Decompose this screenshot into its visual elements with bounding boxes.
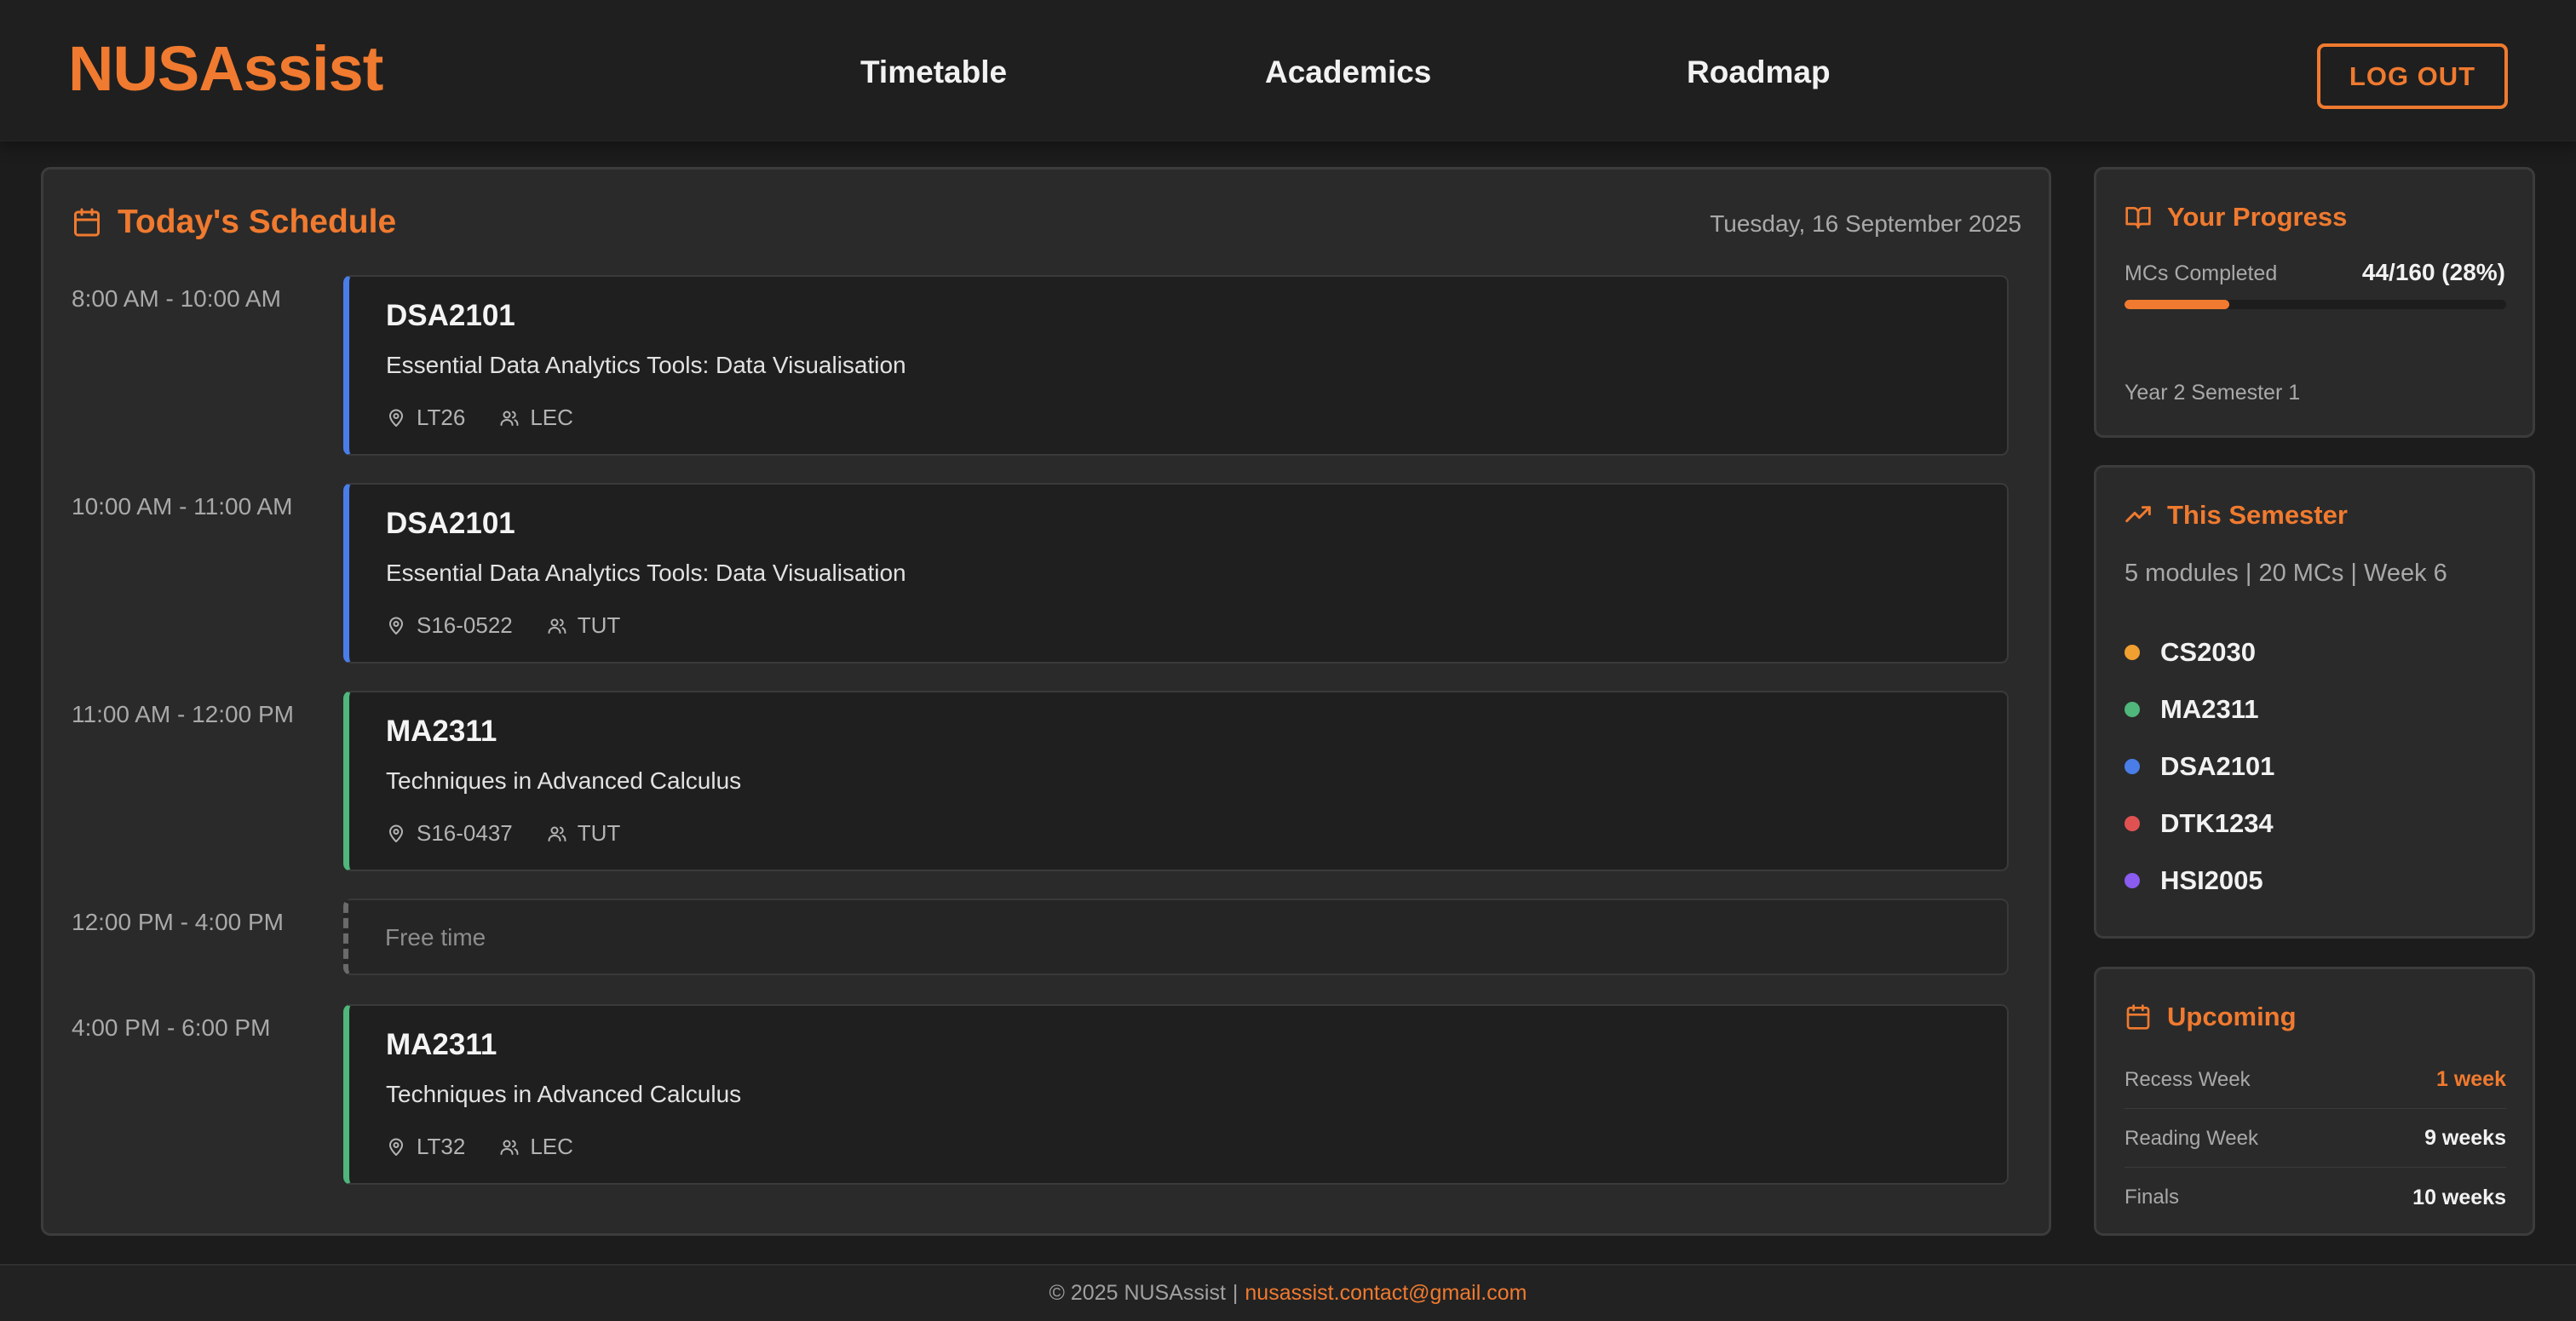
upcoming-value: 10 weeks (2412, 1185, 2506, 1209)
upcoming-panel: Upcoming Recess Week 1 week Reading Week… (2094, 967, 2535, 1236)
class-venue: LT32 (417, 1134, 466, 1159)
location-pin-icon (389, 824, 403, 842)
upcoming-header: Upcoming (2125, 1002, 2297, 1032)
mc-progress-fill (2125, 300, 2230, 309)
class-card[interactable]: DSA2101 Essential Data Analytics Tools: … (343, 483, 2009, 663)
module-item[interactable]: HSI2005 (2125, 852, 2274, 909)
class-type: LEC (530, 1134, 573, 1159)
semester-title: This Semester (2167, 500, 2348, 530)
upcoming-value: 1 week (2435, 1067, 2506, 1091)
module-code: HSI2005 (2160, 864, 2263, 895)
users-icon (548, 618, 566, 634)
module-code: DSA2101 (2160, 750, 2275, 781)
trending-up-icon (2125, 506, 2151, 523)
nav-timetable[interactable]: Timetable (860, 55, 1007, 90)
upcoming-label: Reading Week (2125, 1126, 2258, 1150)
mc-completed-label: MCs Completed (2125, 261, 2278, 285)
year-semester-label: Year 2 Semester 1 (2125, 381, 2301, 405)
class-card[interactable]: MA2311 Techniques in Advanced Calculus S… (343, 691, 2009, 871)
app-logo[interactable]: NUSAssist (68, 32, 383, 105)
module-name: Techniques in Advanced Calculus (386, 767, 742, 794)
module-color-dot (2125, 644, 2140, 660)
upcoming-row: Reading Week 9 weeks (2125, 1110, 2506, 1168)
upcoming-value: 9 weeks (2424, 1126, 2506, 1150)
class-card[interactable]: DSA2101 Essential Data Analytics Tools: … (343, 275, 2009, 456)
contact-email-link[interactable]: nusassist.contact@gmail.com (1245, 1281, 1527, 1306)
module-item[interactable]: MA2311 (2125, 681, 2274, 738)
class-type: TUT (577, 612, 621, 638)
nav-academics[interactable]: Academics (1265, 55, 1431, 90)
module-code: DSA2101 (386, 299, 515, 332)
class-meta: S16-0437 TUT (386, 820, 620, 847)
class-card[interactable]: MA2311 Techniques in Advanced Calculus L… (343, 1004, 2009, 1185)
footer-copyright: © 2025 NUSAssist (1049, 1281, 1226, 1305)
location-pin-icon (389, 1138, 403, 1156)
module-code: MA2311 (386, 1028, 497, 1061)
upcoming-row: Finals 10 weeks (2125, 1169, 2506, 1226)
class-venue: S16-0522 (417, 612, 513, 638)
module-code: DTK1234 (2160, 807, 2274, 838)
class-meta: S16-0522 TUT (386, 612, 620, 639)
mc-progress-bar (2125, 300, 2506, 309)
book-open-icon (2125, 207, 2151, 229)
logout-button[interactable]: LOG OUT (2317, 43, 2508, 109)
schedule-title: Today's Schedule (118, 204, 397, 240)
module-item[interactable]: CS2030 (2125, 623, 2274, 681)
slot-time: 10:00 AM - 11:00 AM (72, 493, 293, 520)
module-code: MA2311 (386, 715, 497, 748)
semester-panel: This Semester 5 modules | 20 MCs | Week … (2094, 465, 2535, 939)
free-time-label: Free time (385, 924, 486, 951)
semester-header: This Semester (2125, 500, 2348, 531)
module-list: CS2030 MA2311 DSA2101 DTK1234 HSI2005 (2125, 623, 2274, 909)
free-time-block: Free time (343, 899, 2009, 975)
module-color-dot (2125, 758, 2140, 774)
progress-title: Your Progress (2167, 202, 2348, 232)
upcoming-row: Recess Week 1 week (2125, 1051, 2506, 1109)
module-name: Essential Data Analytics Tools: Data Vis… (386, 352, 906, 378)
slot-time: 4:00 PM - 6:00 PM (72, 1014, 271, 1041)
nav-roadmap[interactable]: Roadmap (1687, 55, 1831, 90)
module-code: CS2030 (2160, 636, 2257, 667)
progress-panel: Your Progress MCs Completed 44/160 (28%)… (2094, 167, 2535, 438)
users-icon (500, 411, 519, 426)
slot-time: 8:00 AM - 10:00 AM (72, 285, 281, 312)
class-type: TUT (577, 820, 621, 846)
class-meta: LT32 LEC (386, 1134, 573, 1160)
module-code: DSA2101 (386, 507, 515, 540)
slot-time: 11:00 AM - 12:00 PM (72, 701, 294, 727)
class-meta: LT26 LEC (386, 405, 573, 431)
semester-summary: 5 modules | 20 MCs | Week 6 (2125, 560, 2447, 587)
upcoming-title: Upcoming (2167, 1002, 2297, 1031)
users-icon (548, 826, 566, 841)
class-venue: LT26 (417, 405, 466, 430)
schedule-header: Today's Schedule (72, 204, 396, 241)
module-item[interactable]: DSA2101 (2125, 738, 2274, 795)
class-type: LEC (530, 405, 573, 430)
calendar-icon (74, 208, 100, 237)
app-root: NUSAssist Timetable Academics Roadmap LO… (0, 0, 2576, 1321)
upcoming-label: Recess Week (2125, 1067, 2251, 1091)
progress-header: Your Progress (2125, 202, 2347, 233)
location-pin-icon (389, 409, 403, 427)
slot-time: 12:00 PM - 4:00 PM (72, 909, 285, 935)
module-name: Techniques in Advanced Calculus (386, 1081, 742, 1107)
module-code: MA2311 (2160, 693, 2259, 724)
users-icon (500, 1140, 519, 1155)
footer-separator: | (1232, 1281, 1239, 1305)
schedule-date: Tuesday, 16 September 2025 (1710, 210, 2021, 237)
todays-schedule-panel: Today's Schedule Tuesday, 16 September 2… (41, 167, 2051, 1236)
module-item[interactable]: DTK1234 (2125, 795, 2274, 852)
module-color-dot (2125, 701, 2140, 717)
location-pin-icon (389, 617, 403, 635)
module-color-dot (2125, 815, 2140, 831)
top-navbar: NUSAssist Timetable Academics Roadmap LO… (0, 0, 2576, 141)
mc-completed-value: 44/160 (28%) (2361, 259, 2505, 285)
footer: © 2025 NUSAssist | nusassist.contact@gma… (0, 1264, 2576, 1321)
module-color-dot (2125, 872, 2140, 888)
module-name: Essential Data Analytics Tools: Data Vis… (386, 560, 906, 586)
upcoming-label: Finals (2125, 1186, 2180, 1209)
calendar-icon (2126, 1004, 2150, 1030)
class-venue: S16-0437 (417, 820, 513, 846)
